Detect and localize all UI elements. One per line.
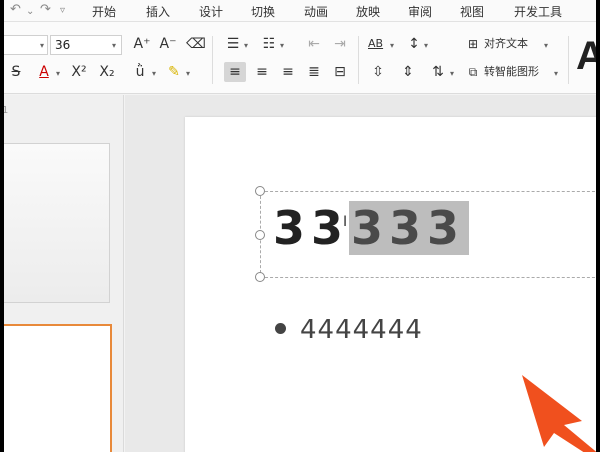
highlight-icon[interactable]: ✎ [164, 62, 184, 82]
title-textbox[interactable]: 33333 I [255, 186, 596, 282]
highlight-dropdown-icon[interactable]: ▾ [186, 69, 190, 78]
decrease-indent-icon[interactable]: ⇤ [304, 34, 324, 54]
phonetic-guide-icon[interactable]: ǜ [130, 62, 150, 82]
tab-slideshow[interactable]: 放映 [356, 3, 380, 20]
bullet-text: 4444444 [300, 315, 423, 345]
customize-toolbar-icon[interactable]: ▿ [60, 5, 65, 16]
ribbon-divider [212, 36, 213, 84]
decrease-font-icon[interactable]: A⁻ [158, 34, 178, 54]
title-text[interactable]: 33333 [273, 198, 470, 258]
slide-canvas: 33333 I 4444444 [125, 95, 596, 452]
convert-smartart-button[interactable]: 转智能图形 [484, 62, 539, 82]
numbering-icon[interactable]: ☷ [258, 34, 280, 54]
font-size-dropdown-icon[interactable]: ▾ [112, 41, 116, 50]
tab-transition[interactable]: 切换 [251, 3, 275, 20]
text-spacing-icon[interactable]: ⇅ [428, 62, 448, 82]
tab-insert[interactable]: 插入 [146, 3, 170, 20]
superscript-icon[interactable]: X² [68, 62, 90, 82]
subscript-icon[interactable]: X₂ [96, 62, 118, 82]
redo-icon[interactable]: ↷ [40, 2, 51, 17]
bullets-dropdown-icon[interactable]: ▾ [244, 41, 248, 50]
tab-animation[interactable]: 动画 [304, 3, 328, 20]
slide-number: 1 [4, 105, 9, 116]
text-spacing-dropdown-icon[interactable]: ▾ [450, 69, 454, 78]
align-left-icon[interactable]: ≡ [224, 62, 246, 82]
tab-review[interactable]: 审阅 [408, 3, 432, 20]
font-name-dropdown-icon[interactable]: ▾ [40, 41, 44, 50]
increase-indent-icon[interactable]: ⇥ [330, 34, 350, 54]
app-window: ↶ ⌄ ↷ ▿ 开始 插入 设计 切换 动画 放映 审阅 视图 开发工具 ▾ 3… [4, 0, 596, 452]
smartart-dropdown-icon[interactable]: ▾ [554, 69, 558, 78]
resize-handle[interactable] [255, 272, 265, 282]
smartart-icon[interactable]: ⧉ [464, 62, 482, 82]
tab-design[interactable]: 设计 [199, 3, 223, 20]
tab-view[interactable]: 视图 [460, 3, 484, 20]
align-center-icon[interactable]: ≡ [252, 62, 272, 82]
increase-font-icon[interactable]: A⁺ [132, 34, 152, 54]
slide-thumbnail[interactable] [4, 143, 110, 303]
menu-bar: ↶ ⌄ ↷ ▿ 开始 插入 设计 切换 动画 放映 审阅 视图 开发工具 [4, 0, 596, 22]
clear-format-icon[interactable]: ⌫ [186, 34, 206, 54]
title-text-unselected: 33 [273, 201, 350, 255]
text-cursor-icon: I [343, 214, 348, 230]
undo-dropdown-icon[interactable]: ⌄ [26, 6, 34, 17]
bullet-item[interactable]: 4444444 [275, 315, 423, 345]
tab-developer[interactable]: 开发工具 [514, 3, 562, 20]
slide-thumbnail-selected[interactable] [4, 324, 112, 452]
undo-icon[interactable]: ↶ [10, 2, 21, 17]
resize-handle[interactable] [255, 186, 265, 196]
ribbon-divider [568, 36, 569, 84]
slide-thumbnails-panel: 1 [4, 95, 124, 452]
line-spacing-dropdown-icon[interactable]: ▾ [424, 41, 428, 50]
title-text-selection: 333 [349, 201, 470, 255]
numbering-dropdown-icon[interactable]: ▾ [280, 41, 284, 50]
resize-handle[interactable] [255, 230, 265, 240]
ribbon-divider [358, 36, 359, 84]
column-spacing-icon[interactable]: ⇕ [398, 62, 418, 82]
ribbon-toolbar: ▾ 36 ▾ A⁺ A⁻ ⌫ S A ▾ X² X₂ ǜ ▾ ✎ ▾ ☰ ▾ ☷… [4, 22, 596, 94]
line-spacing-icon[interactable]: ↕ [404, 34, 424, 54]
align-text-button[interactable]: 对齐文本 [484, 34, 528, 54]
font-color-dropdown-icon[interactable]: ▾ [56, 69, 60, 78]
bullets-icon[interactable]: ☰ [222, 34, 244, 54]
strikethrough-icon[interactable]: S [8, 62, 24, 82]
align-text-icon[interactable]: ⊞ [464, 34, 482, 54]
justify-icon[interactable]: ≣ [304, 62, 324, 82]
font-color-icon[interactable]: A [34, 62, 54, 82]
tab-home[interactable]: 开始 [92, 3, 116, 20]
phonetic-dropdown-icon[interactable]: ▾ [152, 69, 156, 78]
bullet-dot-icon [275, 323, 286, 334]
text-direction-dropdown-icon[interactable]: ▾ [390, 41, 394, 50]
align-text-dropdown-icon[interactable]: ▾ [544, 41, 548, 50]
distributed-align-icon[interactable]: ⊟ [330, 62, 350, 82]
text-direction-button[interactable]: AB [368, 34, 383, 54]
paragraph-spacing-icon[interactable]: ⇳ [368, 62, 388, 82]
red-arrow-icon [522, 375, 596, 452]
text-style-preview[interactable]: A [576, 34, 596, 79]
align-right-icon[interactable]: ≡ [278, 62, 298, 82]
